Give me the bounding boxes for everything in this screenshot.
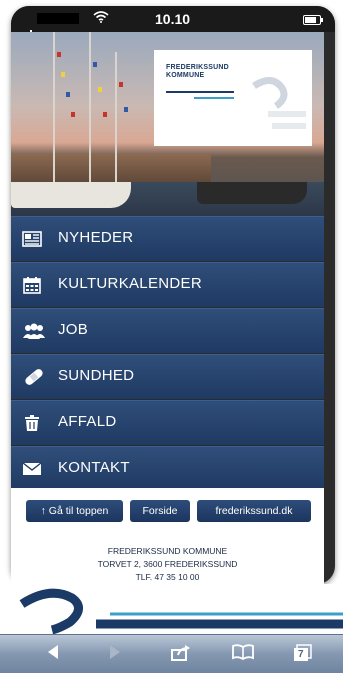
address-street: TORVET 2, 3600 FREDERIKSSUND <box>97 559 238 569</box>
flag <box>61 72 65 77</box>
sailing-ship <box>11 182 131 208</box>
logo-rule-accent <box>194 97 234 99</box>
battery-icon <box>303 15 323 25</box>
wave-logo-icon <box>252 77 306 129</box>
menu-item-kulturkalender[interactable]: KULTURKALENDER <box>11 262 324 307</box>
main-menu: NYHEDER KULTURKALENDER JOB SUNDHED AFFAL… <box>11 216 324 492</box>
logo-rule <box>166 91 234 93</box>
people-icon <box>23 323 45 339</box>
menu-item-job[interactable]: JOB <box>11 308 324 353</box>
ship-mast <box>115 52 117 192</box>
flag <box>119 82 123 87</box>
flag <box>98 87 102 92</box>
flag <box>71 112 75 117</box>
ship-mast <box>89 32 91 192</box>
calendar-icon <box>23 277 41 294</box>
menu-item-affald[interactable]: AFFALD <box>11 400 324 445</box>
home-button[interactable]: Forside <box>130 500 190 522</box>
menu-item-sundhed[interactable]: SUNDHED <box>11 354 324 399</box>
status-bar: 10.10 <box>11 6 335 52</box>
signal-icon <box>27 16 35 52</box>
bandage-icon <box>25 369 43 385</box>
menu-label: KONTAKT <box>58 459 130 476</box>
flag <box>93 62 97 67</box>
page-footer: ↑ Gå til toppen Forside frederikssund.dk… <box>11 488 324 584</box>
tabs-count: 7 <box>298 649 304 660</box>
back-to-top-button[interactable]: ↑ Gå til toppen <box>26 500 123 522</box>
newspaper-icon <box>22 231 42 247</box>
menu-label: SUNDHED <box>58 367 135 384</box>
town-buildings <box>11 154 211 184</box>
browser-toolbar: 7 <box>0 634 343 673</box>
menu-label: AFFALD <box>58 413 117 430</box>
back-arrow-icon[interactable] <box>42 644 64 664</box>
menu-label: KULTURKALENDER <box>58 275 202 292</box>
municipality-logo: FREDERIKSSUND KOMMUNE <box>154 50 312 146</box>
forward-arrow-icon[interactable] <box>104 644 126 664</box>
address-name: FREDERIKSSUND KOMMUNE <box>107 546 228 556</box>
address-phone: TLF. 47 35 10 00 <box>135 572 200 582</box>
steam-ship <box>197 182 307 204</box>
carrier-redacted <box>37 13 79 24</box>
status-time: 10.10 <box>155 11 191 27</box>
wifi-icon <box>93 11 109 23</box>
wave-logo-icon <box>19 588 343 635</box>
flag <box>57 52 61 57</box>
logo-name-line1: FREDERIKSSUND <box>166 64 229 71</box>
share-icon[interactable] <box>170 644 192 664</box>
hero-image: FREDERIKSSUND KOMMUNE <box>11 32 324 216</box>
menu-item-kontakt[interactable]: KONTAKT <box>11 446 324 491</box>
website-link-button[interactable]: frederikssund.dk <box>197 500 311 522</box>
menu-item-nyheder[interactable]: NYHEDER <box>11 216 324 261</box>
flag <box>124 107 128 112</box>
flag <box>103 112 107 117</box>
menu-label: NYHEDER <box>58 229 134 246</box>
bookmarks-icon[interactable] <box>232 644 254 664</box>
envelope-icon <box>22 462 42 475</box>
ship-mast <box>53 32 55 192</box>
flag <box>66 92 70 97</box>
menu-label: JOB <box>58 321 89 338</box>
trash-icon <box>25 415 39 431</box>
tabs-icon[interactable]: 7 <box>292 644 314 664</box>
footer-swoosh-graphic <box>0 584 343 635</box>
logo-name-line2: KOMMUNE <box>166 72 205 79</box>
